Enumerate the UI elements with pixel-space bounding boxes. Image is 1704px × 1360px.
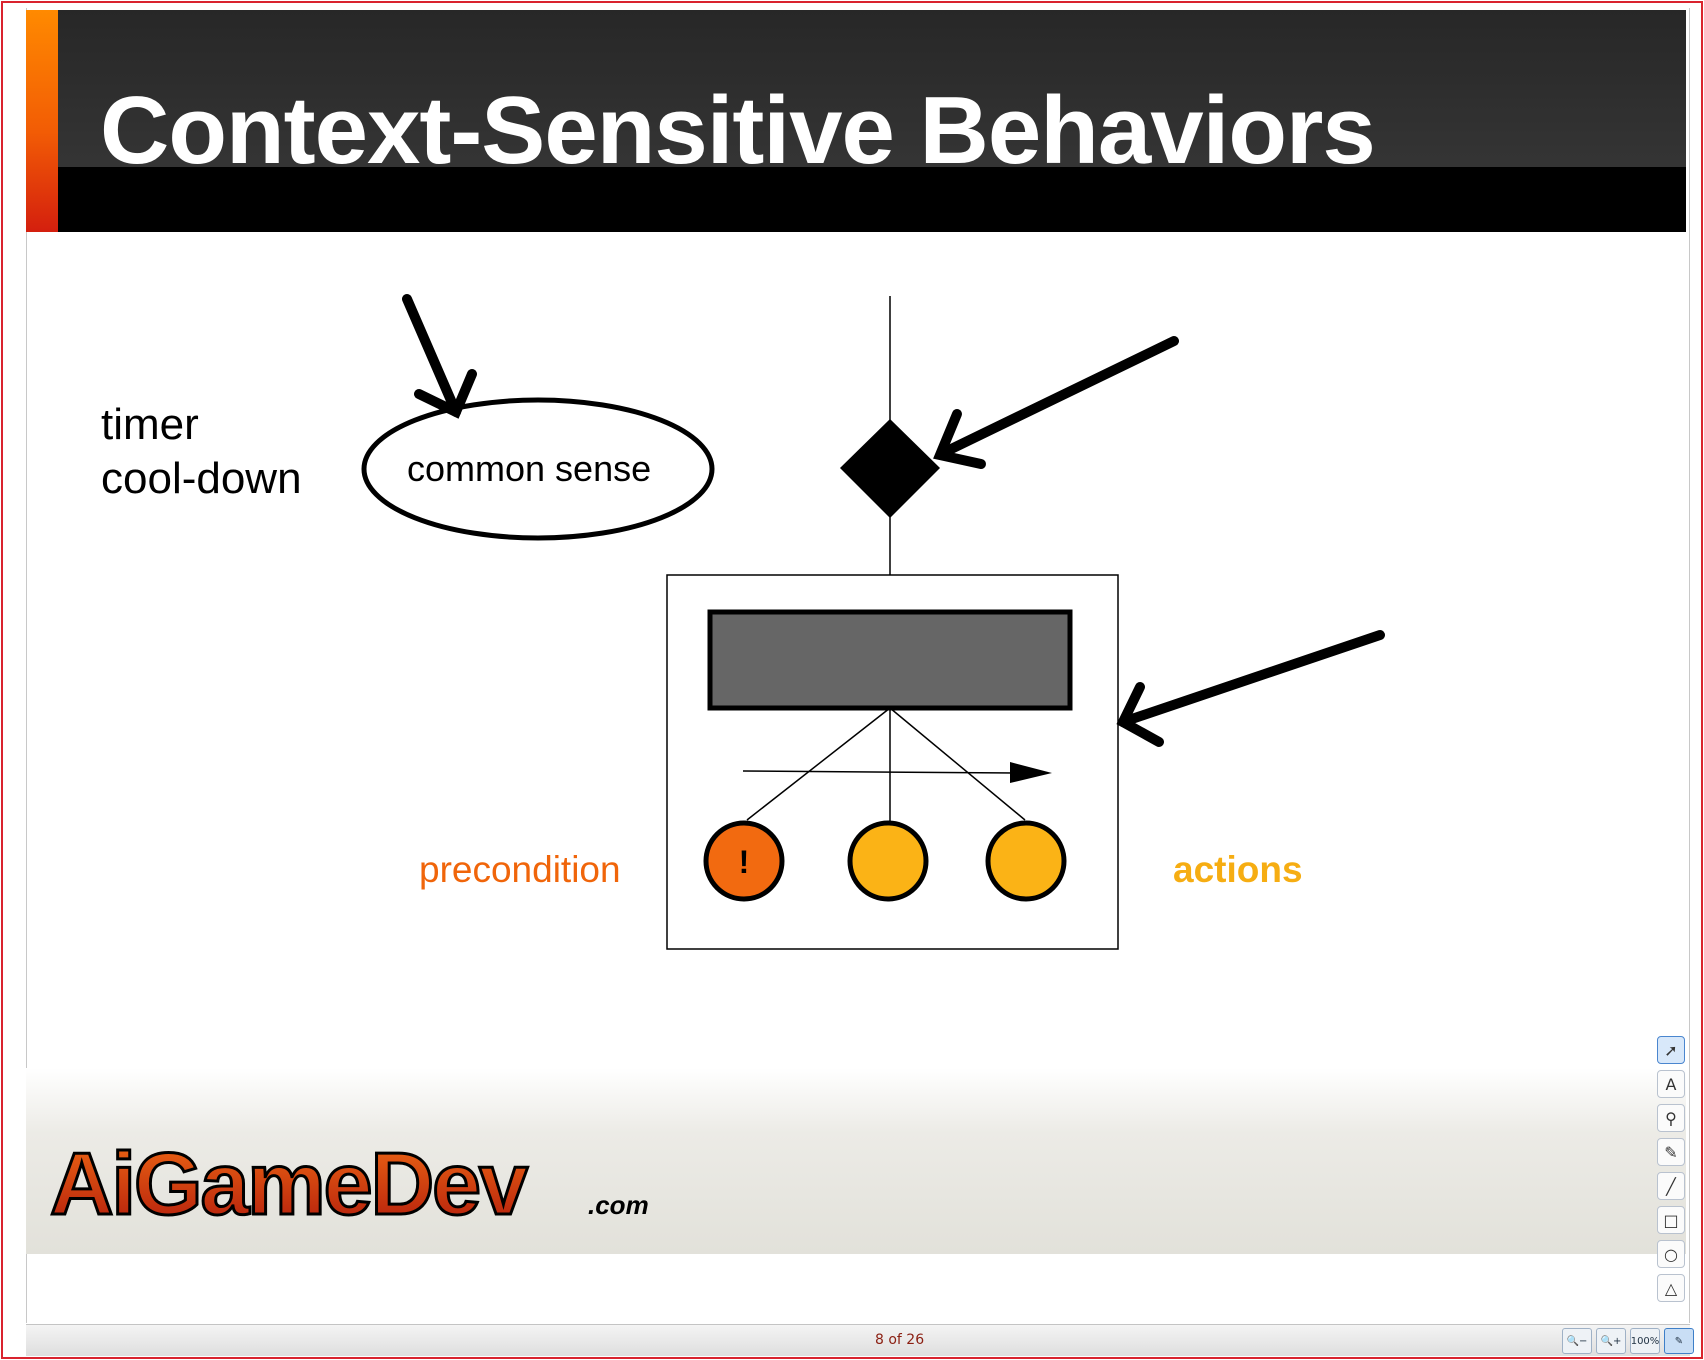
text-a-icon: A [1665,1074,1677,1094]
annotate-button[interactable]: ✎ [1664,1328,1694,1354]
status-bar [26,1324,1690,1356]
action-node [985,820,1067,902]
triangle-tool[interactable]: △ [1657,1274,1685,1302]
zoom-100-button[interactable]: 100% [1630,1328,1660,1354]
zoom-in-button[interactable]: 🔍+ [1596,1328,1626,1354]
arrow-to-diamond [933,336,1179,469]
zoom-out-button[interactable]: 🔍− [1562,1328,1592,1354]
arrow-to-common-sense [402,294,477,419]
actions-label: actions [1173,849,1303,890]
rectangle-tool[interactable]: □ [1657,1206,1685,1234]
selector-diamond [840,419,940,518]
timer-label: timer [101,400,199,449]
action-node [847,820,929,902]
zoom-in-icon: 🔍+ [1600,1335,1622,1347]
arrow-to-behavior [1116,630,1385,747]
highlighter-tool[interactable]: ✎ [1657,1138,1685,1166]
square-icon: □ [1663,1210,1679,1230]
circle-icon: ○ [1664,1244,1678,1264]
pointer-icon: ➚ [1664,1040,1678,1060]
behavior-bar [707,609,1073,711]
aigamedev-logo: AiGameDev .com [49,1133,649,1235]
logo-text: AiGameDev [50,1134,528,1233]
text-tool[interactable]: A [1657,1070,1685,1098]
zoom-100-icon: 100% [1630,1335,1660,1347]
page-indicator: 8 of 26 [875,1332,925,1348]
line-icon: ╱ [1666,1176,1676,1196]
zoom-out-icon: 🔍− [1566,1335,1588,1347]
logo-suffix: .com [588,1190,648,1220]
pencil-icon: ✎ [1664,1142,1678,1162]
common-sense-label: common sense [407,448,652,489]
precondition-mark: ! [739,844,750,880]
select-tool[interactable]: ➚ [1657,1036,1685,1064]
stamp-icon: ⚲ [1665,1108,1677,1128]
pen-icon: ✎ [1674,1335,1684,1347]
line-tool[interactable]: ╱ [1657,1172,1685,1200]
ellipse-tool[interactable]: ○ [1657,1240,1685,1268]
triangle-icon: △ [1664,1278,1678,1298]
stamp-tool[interactable]: ⚲ [1657,1104,1685,1132]
precondition-label: precondition [419,849,621,890]
cooldown-label: cool-down [101,454,302,503]
